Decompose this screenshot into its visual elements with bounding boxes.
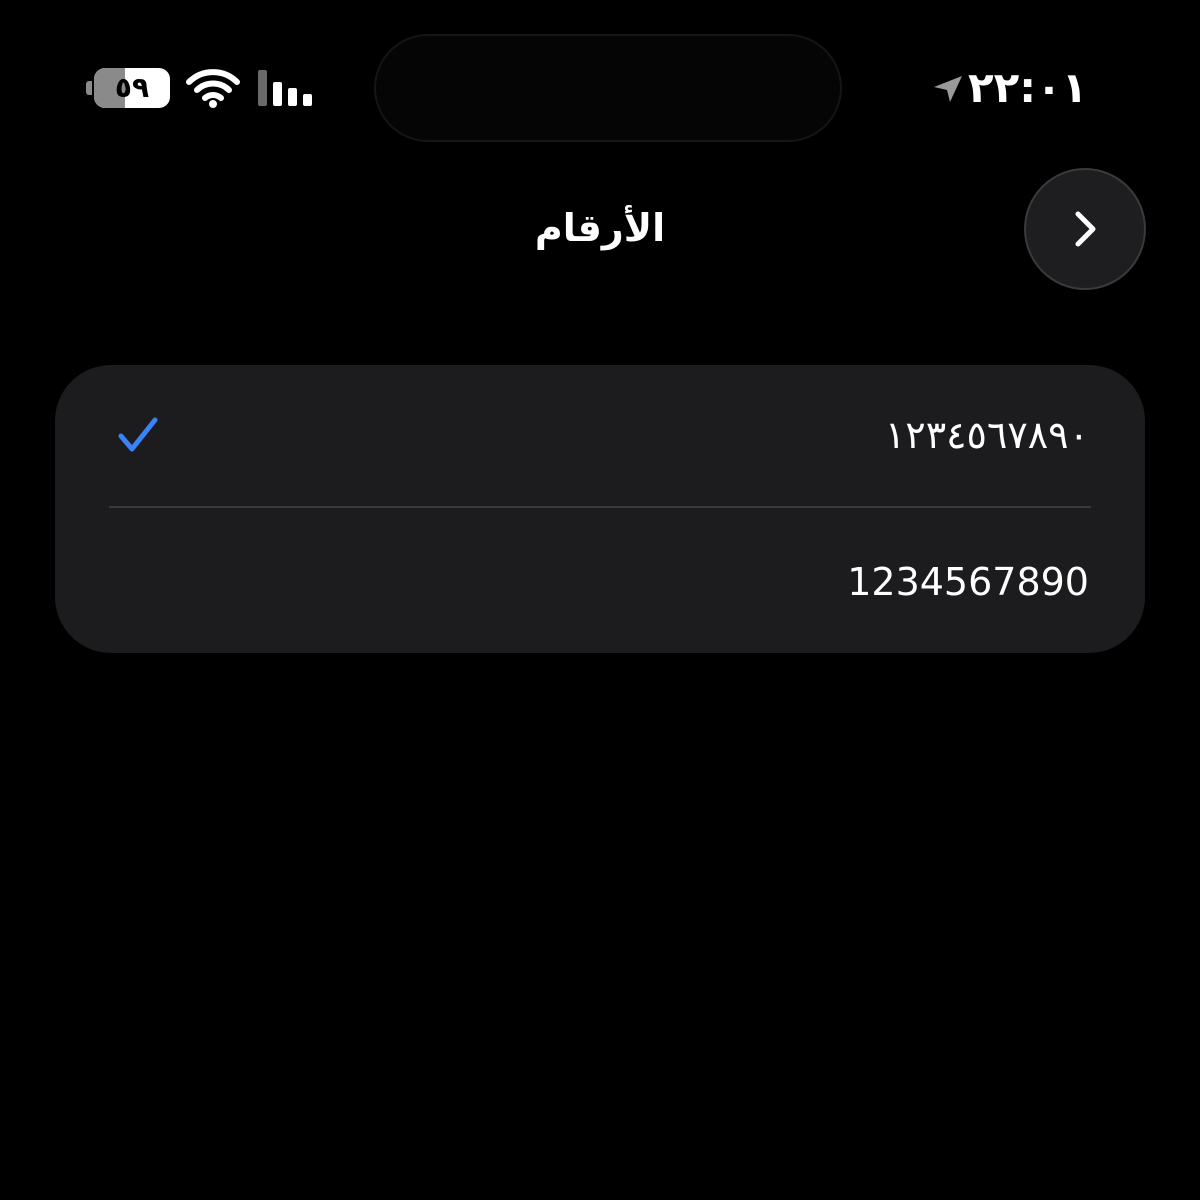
status-time: ٢٢:٠١ — [968, 63, 1088, 112]
chevron-right-icon — [1075, 211, 1096, 247]
back-button[interactable] — [1026, 170, 1144, 288]
wifi-icon — [186, 69, 240, 108]
option-western-numerals[interactable]: 1234567890 — [55, 509, 1145, 651]
signal-icon — [258, 70, 312, 106]
status-bar: ٥٩ ٢٢:٠١ — [0, 0, 1200, 150]
option-arabic-indic-numerals[interactable]: ١٢٣٤٥٦٧٨٩٠ — [55, 365, 1145, 507]
dynamic-island — [376, 36, 840, 140]
numerals-option-list: ١٢٣٤٥٦٧٨٩٠ 1234567890 — [55, 365, 1145, 653]
row-separator — [109, 506, 1091, 508]
option-label: 1234567890 — [847, 560, 1089, 604]
page-title: الأرقام — [534, 206, 666, 250]
battery-cap — [86, 81, 92, 95]
battery-level: ٥٩ — [114, 71, 150, 104]
battery-icon: ٥٩ — [86, 68, 170, 108]
checkmark-icon — [118, 417, 158, 452]
option-label: ١٢٣٤٥٦٧٨٩٠ — [884, 413, 1089, 457]
battery-body: ٥٩ — [94, 68, 170, 108]
location-icon — [934, 76, 962, 102]
